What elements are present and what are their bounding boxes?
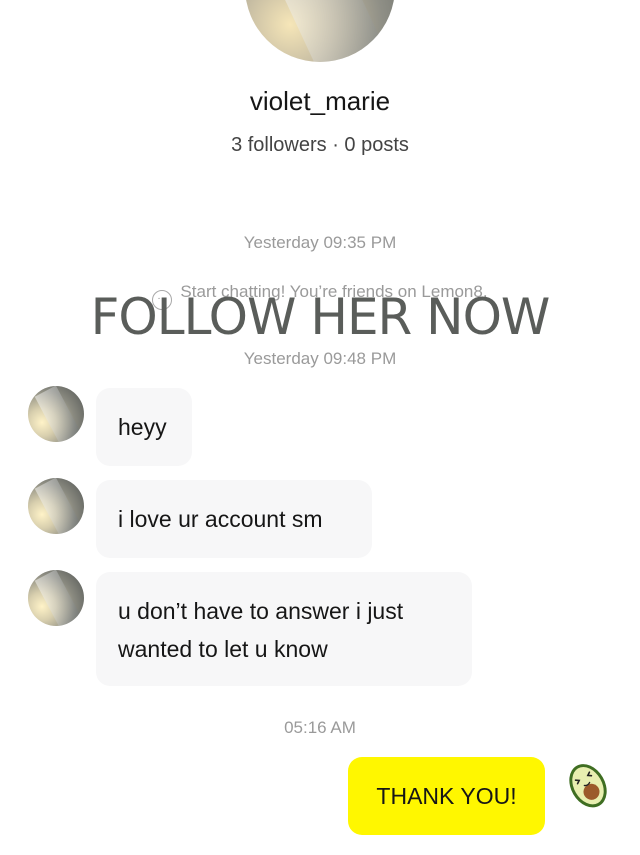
profile-stats: 3 followers · 0 posts (231, 134, 409, 156)
avocado-icon[interactable] (560, 757, 614, 811)
message-text: i love ur account sm (118, 506, 323, 532)
message-text-line: u don’t have to answer i just (118, 598, 404, 624)
sender-avatar[interactable] (28, 478, 84, 534)
message-text: THANK YOU! (376, 783, 517, 809)
outgoing-message-bubble[interactable]: THANK YOU! (348, 757, 545, 835)
profile-photo[interactable] (245, 0, 395, 62)
incoming-message-bubble[interactable]: u don’t have to answer i just wanted to … (96, 572, 472, 686)
timestamp: 05:16 AM (284, 718, 356, 737)
message-text-line: wanted to let u know (118, 636, 328, 662)
timestamp: Yesterday 09:35 PM (243, 233, 397, 252)
incoming-message-bubble[interactable]: i love ur account sm (96, 480, 372, 558)
sender-avatar[interactable] (28, 386, 84, 442)
incoming-message-bubble[interactable]: heyy (96, 388, 192, 466)
profile-username[interactable]: violet_marie (0, 86, 640, 117)
overlay-banner-text: FOLLOW HER NOW (90, 288, 551, 346)
sender-avatar[interactable] (28, 570, 84, 626)
message-text: heyy (118, 414, 167, 440)
timestamp: Yesterday 09:48 PM (243, 349, 397, 368)
